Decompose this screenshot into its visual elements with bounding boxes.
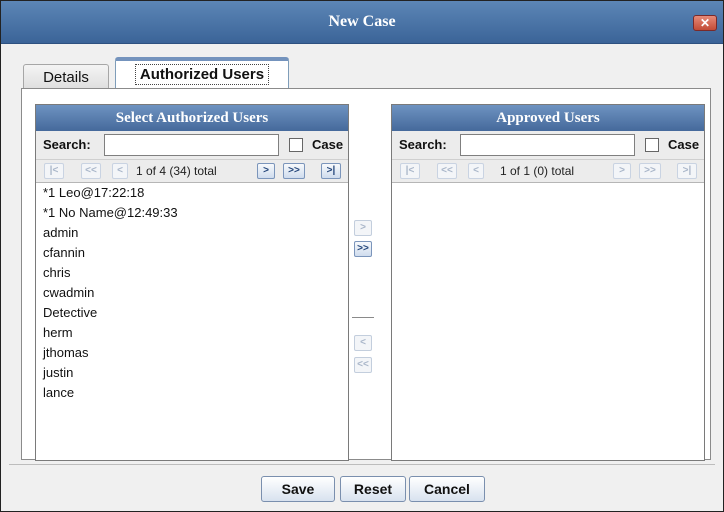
tab-authorized-users[interactable]: Authorized Users <box>115 57 289 90</box>
left-previous-pages-icon[interactable]: << <box>81 163 101 179</box>
reset-button[interactable]: Reset <box>340 476 406 502</box>
left-pager-status: 1 of 4 (34) total <box>136 164 217 178</box>
select-authorized-users-header: Select Authorized Users <box>36 105 348 131</box>
approved-users-header: Approved Users <box>392 105 704 131</box>
left-search-row: Search: Case <box>36 131 348 160</box>
new-case-dialog: New Case ✕ Details Authorized Users Sele… <box>0 0 724 512</box>
move-right-icon[interactable]: > <box>354 220 372 236</box>
right-first-page-icon[interactable]: |< <box>400 163 420 179</box>
available-users-list: *1 Leo@17:22:18 *1 No Name@12:49:33 admi… <box>36 183 348 460</box>
title-bar[interactable]: New Case ✕ <box>1 1 723 44</box>
right-previous-page-icon[interactable]: < <box>468 163 484 179</box>
left-next-page-icon[interactable]: > <box>257 163 275 179</box>
user-list-item[interactable]: cwadmin <box>36 283 348 303</box>
user-list-item[interactable]: cfannin <box>36 243 348 263</box>
cancel-button[interactable]: Cancel <box>409 476 485 502</box>
right-search-row: Search: Case <box>392 131 704 160</box>
approved-users-list[interactable] <box>392 183 704 460</box>
move-all-left-icon[interactable]: << <box>354 357 372 373</box>
right-case-checkbox[interactable] <box>645 138 659 152</box>
right-next-page-icon[interactable]: > <box>613 163 631 179</box>
right-search-label: Search: <box>399 137 447 152</box>
user-list-item[interactable]: chris <box>36 263 348 283</box>
left-last-page-icon[interactable]: >| <box>321 163 341 179</box>
left-pager: |< << < 1 of 4 (34) total > >> >| <box>36 160 348 183</box>
save-button[interactable]: Save <box>261 476 335 502</box>
move-all-right-icon[interactable]: >> <box>354 241 372 257</box>
user-list-item[interactable]: justin <box>36 363 348 383</box>
right-last-page-icon[interactable]: >| <box>677 163 697 179</box>
user-list-item[interactable]: admin <box>36 223 348 243</box>
left-search-label: Search: <box>43 137 91 152</box>
move-left-icon[interactable]: < <box>354 335 372 351</box>
right-case-label: Case <box>668 137 700 152</box>
user-list-item[interactable]: *1 Leo@17:22:18 <box>36 183 348 203</box>
select-authorized-users-panel: Select Authorized Users Search: Case |< … <box>35 104 349 461</box>
right-pager: |< << < 1 of 1 (0) total > >> >| <box>392 160 704 183</box>
left-case-label: Case <box>312 137 344 152</box>
user-list-item[interactable]: jthomas <box>36 343 348 363</box>
tab-authorized-users-label: Authorized Users <box>134 64 270 85</box>
right-previous-pages-icon[interactable]: << <box>437 163 457 179</box>
approved-users-panel: Approved Users Search: Case |< << < 1 of… <box>391 104 705 461</box>
user-list-item[interactable]: herm <box>36 323 348 343</box>
user-list-item[interactable]: lance <box>36 383 348 403</box>
tab-details[interactable]: Details <box>23 64 109 89</box>
right-next-pages-icon[interactable]: >> <box>639 163 661 179</box>
left-case-checkbox[interactable] <box>289 138 303 152</box>
dialog-title: New Case <box>328 13 396 30</box>
transfer-divider <box>352 317 374 318</box>
left-next-pages-icon[interactable]: >> <box>283 163 305 179</box>
user-list-item[interactable]: *1 No Name@12:49:33 <box>36 203 348 223</box>
close-icon[interactable]: ✕ <box>693 15 717 31</box>
right-search-input[interactable] <box>460 134 635 156</box>
authorized-users-panel: Select Authorized Users Search: Case |< … <box>21 88 711 461</box>
left-previous-page-icon[interactable]: < <box>112 163 128 179</box>
left-first-page-icon[interactable]: |< <box>44 163 64 179</box>
left-search-input[interactable] <box>104 134 279 156</box>
footer-separator <box>9 464 715 465</box>
dialog-content: Details Authorized Users Select Authoriz… <box>9 51 715 461</box>
right-pager-status: 1 of 1 (0) total <box>500 164 575 178</box>
user-list-item[interactable]: Detective <box>36 303 348 323</box>
